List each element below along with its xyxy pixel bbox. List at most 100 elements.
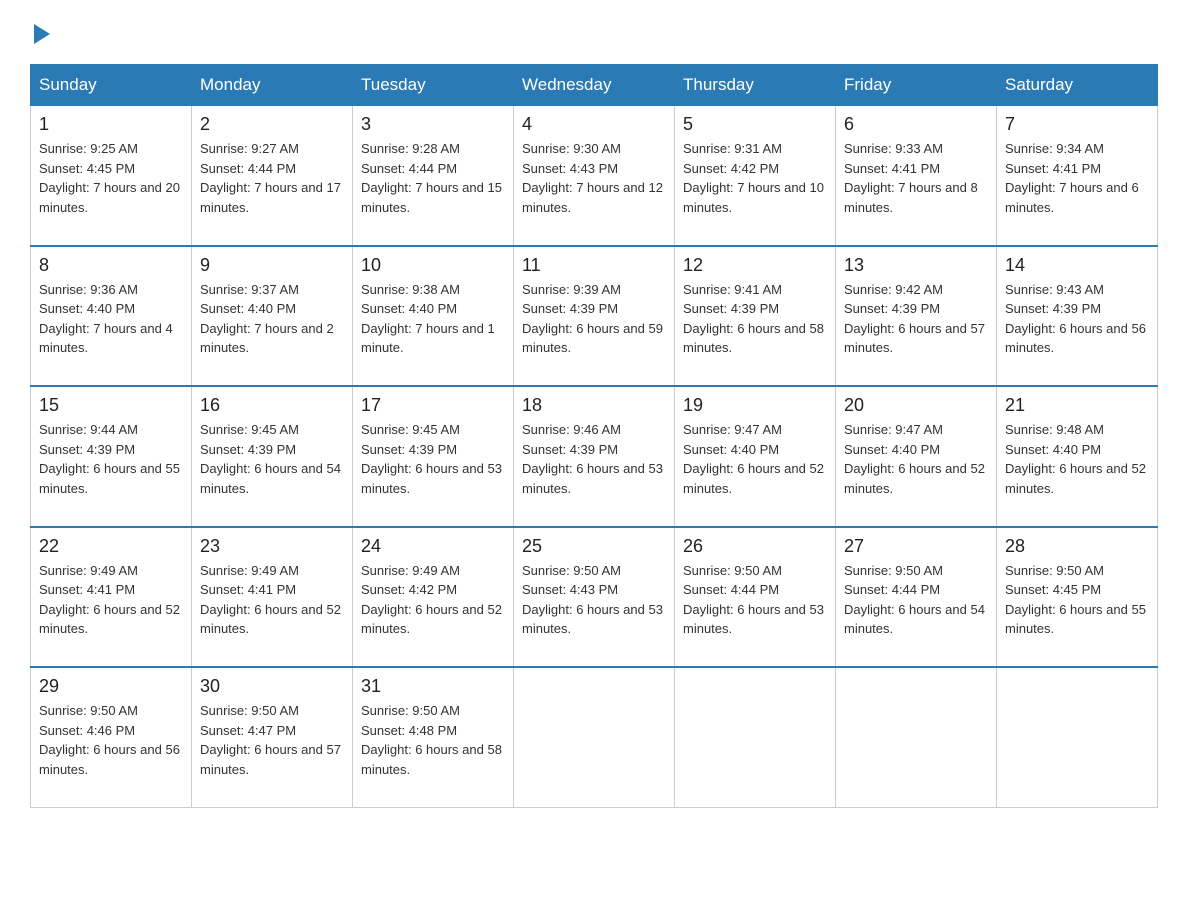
day-info: Sunrise: 9:50 AM Sunset: 4:43 PM Dayligh… (522, 561, 666, 659)
calendar-cell (836, 667, 997, 807)
day-number: 13 (844, 255, 988, 276)
day-info: Sunrise: 9:50 AM Sunset: 4:48 PM Dayligh… (361, 701, 505, 799)
calendar-cell: 11 Sunrise: 9:39 AM Sunset: 4:39 PM Dayl… (514, 246, 675, 387)
day-number: 12 (683, 255, 827, 276)
day-number: 19 (683, 395, 827, 416)
day-info: Sunrise: 9:49 AM Sunset: 4:41 PM Dayligh… (200, 561, 344, 659)
day-number: 28 (1005, 536, 1149, 557)
day-info: Sunrise: 9:27 AM Sunset: 4:44 PM Dayligh… (200, 139, 344, 237)
calendar-cell: 1 Sunrise: 9:25 AM Sunset: 4:45 PM Dayli… (31, 106, 192, 246)
day-number: 16 (200, 395, 344, 416)
day-number: 2 (200, 114, 344, 135)
day-number: 5 (683, 114, 827, 135)
day-info: Sunrise: 9:47 AM Sunset: 4:40 PM Dayligh… (844, 420, 988, 518)
header-tuesday: Tuesday (353, 65, 514, 106)
day-number: 21 (1005, 395, 1149, 416)
calendar-cell: 25 Sunrise: 9:50 AM Sunset: 4:43 PM Dayl… (514, 527, 675, 668)
day-info: Sunrise: 9:25 AM Sunset: 4:45 PM Dayligh… (39, 139, 183, 237)
calendar-cell: 9 Sunrise: 9:37 AM Sunset: 4:40 PM Dayli… (192, 246, 353, 387)
day-info: Sunrise: 9:50 AM Sunset: 4:44 PM Dayligh… (683, 561, 827, 659)
day-number: 8 (39, 255, 183, 276)
day-number: 18 (522, 395, 666, 416)
day-number: 10 (361, 255, 505, 276)
calendar-cell: 27 Sunrise: 9:50 AM Sunset: 4:44 PM Dayl… (836, 527, 997, 668)
week-row-3: 15 Sunrise: 9:44 AM Sunset: 4:39 PM Dayl… (31, 386, 1158, 527)
calendar-cell: 23 Sunrise: 9:49 AM Sunset: 4:41 PM Dayl… (192, 527, 353, 668)
day-number: 17 (361, 395, 505, 416)
calendar-cell: 7 Sunrise: 9:34 AM Sunset: 4:41 PM Dayli… (997, 106, 1158, 246)
day-info: Sunrise: 9:39 AM Sunset: 4:39 PM Dayligh… (522, 280, 666, 378)
header-thursday: Thursday (675, 65, 836, 106)
day-number: 14 (1005, 255, 1149, 276)
day-info: Sunrise: 9:49 AM Sunset: 4:41 PM Dayligh… (39, 561, 183, 659)
day-number: 25 (522, 536, 666, 557)
calendar-cell: 14 Sunrise: 9:43 AM Sunset: 4:39 PM Dayl… (997, 246, 1158, 387)
day-number: 22 (39, 536, 183, 557)
day-number: 31 (361, 676, 505, 697)
calendar-cell (997, 667, 1158, 807)
day-number: 24 (361, 536, 505, 557)
calendar-header-row: SundayMondayTuesdayWednesdayThursdayFrid… (31, 65, 1158, 106)
day-info: Sunrise: 9:31 AM Sunset: 4:42 PM Dayligh… (683, 139, 827, 237)
day-info: Sunrise: 9:50 AM Sunset: 4:46 PM Dayligh… (39, 701, 183, 799)
day-number: 3 (361, 114, 505, 135)
day-number: 9 (200, 255, 344, 276)
calendar-cell: 22 Sunrise: 9:49 AM Sunset: 4:41 PM Dayl… (31, 527, 192, 668)
calendar-cell (675, 667, 836, 807)
day-number: 15 (39, 395, 183, 416)
calendar-cell: 19 Sunrise: 9:47 AM Sunset: 4:40 PM Dayl… (675, 386, 836, 527)
logo (30, 20, 50, 44)
calendar-cell: 28 Sunrise: 9:50 AM Sunset: 4:45 PM Dayl… (997, 527, 1158, 668)
calendar-cell: 20 Sunrise: 9:47 AM Sunset: 4:40 PM Dayl… (836, 386, 997, 527)
header-wednesday: Wednesday (514, 65, 675, 106)
calendar-cell: 31 Sunrise: 9:50 AM Sunset: 4:48 PM Dayl… (353, 667, 514, 807)
week-row-5: 29 Sunrise: 9:50 AM Sunset: 4:46 PM Dayl… (31, 667, 1158, 807)
header-friday: Friday (836, 65, 997, 106)
week-row-4: 22 Sunrise: 9:49 AM Sunset: 4:41 PM Dayl… (31, 527, 1158, 668)
header-monday: Monday (192, 65, 353, 106)
page-header (30, 20, 1158, 44)
day-number: 29 (39, 676, 183, 697)
calendar-cell: 18 Sunrise: 9:46 AM Sunset: 4:39 PM Dayl… (514, 386, 675, 527)
day-number: 6 (844, 114, 988, 135)
week-row-2: 8 Sunrise: 9:36 AM Sunset: 4:40 PM Dayli… (31, 246, 1158, 387)
day-info: Sunrise: 9:38 AM Sunset: 4:40 PM Dayligh… (361, 280, 505, 378)
day-info: Sunrise: 9:34 AM Sunset: 4:41 PM Dayligh… (1005, 139, 1149, 237)
day-number: 30 (200, 676, 344, 697)
day-info: Sunrise: 9:36 AM Sunset: 4:40 PM Dayligh… (39, 280, 183, 378)
day-number: 7 (1005, 114, 1149, 135)
calendar-table: SundayMondayTuesdayWednesdayThursdayFrid… (30, 64, 1158, 808)
day-info: Sunrise: 9:37 AM Sunset: 4:40 PM Dayligh… (200, 280, 344, 378)
day-info: Sunrise: 9:48 AM Sunset: 4:40 PM Dayligh… (1005, 420, 1149, 518)
calendar-cell: 30 Sunrise: 9:50 AM Sunset: 4:47 PM Dayl… (192, 667, 353, 807)
day-info: Sunrise: 9:30 AM Sunset: 4:43 PM Dayligh… (522, 139, 666, 237)
day-info: Sunrise: 9:49 AM Sunset: 4:42 PM Dayligh… (361, 561, 505, 659)
day-info: Sunrise: 9:45 AM Sunset: 4:39 PM Dayligh… (361, 420, 505, 518)
calendar-cell: 24 Sunrise: 9:49 AM Sunset: 4:42 PM Dayl… (353, 527, 514, 668)
calendar-cell: 12 Sunrise: 9:41 AM Sunset: 4:39 PM Dayl… (675, 246, 836, 387)
calendar-cell: 8 Sunrise: 9:36 AM Sunset: 4:40 PM Dayli… (31, 246, 192, 387)
calendar-cell: 15 Sunrise: 9:44 AM Sunset: 4:39 PM Dayl… (31, 386, 192, 527)
day-info: Sunrise: 9:50 AM Sunset: 4:44 PM Dayligh… (844, 561, 988, 659)
day-info: Sunrise: 9:50 AM Sunset: 4:45 PM Dayligh… (1005, 561, 1149, 659)
day-info: Sunrise: 9:50 AM Sunset: 4:47 PM Dayligh… (200, 701, 344, 799)
calendar-cell: 17 Sunrise: 9:45 AM Sunset: 4:39 PM Dayl… (353, 386, 514, 527)
header-saturday: Saturday (997, 65, 1158, 106)
day-info: Sunrise: 9:44 AM Sunset: 4:39 PM Dayligh… (39, 420, 183, 518)
calendar-cell: 5 Sunrise: 9:31 AM Sunset: 4:42 PM Dayli… (675, 106, 836, 246)
calendar-cell: 21 Sunrise: 9:48 AM Sunset: 4:40 PM Dayl… (997, 386, 1158, 527)
logo-arrow-icon (34, 24, 50, 44)
calendar-cell: 2 Sunrise: 9:27 AM Sunset: 4:44 PM Dayli… (192, 106, 353, 246)
day-number: 4 (522, 114, 666, 135)
day-info: Sunrise: 9:33 AM Sunset: 4:41 PM Dayligh… (844, 139, 988, 237)
calendar-cell: 13 Sunrise: 9:42 AM Sunset: 4:39 PM Dayl… (836, 246, 997, 387)
calendar-cell: 4 Sunrise: 9:30 AM Sunset: 4:43 PM Dayli… (514, 106, 675, 246)
day-info: Sunrise: 9:46 AM Sunset: 4:39 PM Dayligh… (522, 420, 666, 518)
calendar-cell: 29 Sunrise: 9:50 AM Sunset: 4:46 PM Dayl… (31, 667, 192, 807)
day-number: 1 (39, 114, 183, 135)
calendar-cell: 26 Sunrise: 9:50 AM Sunset: 4:44 PM Dayl… (675, 527, 836, 668)
calendar-cell (514, 667, 675, 807)
calendar-cell: 6 Sunrise: 9:33 AM Sunset: 4:41 PM Dayli… (836, 106, 997, 246)
day-number: 27 (844, 536, 988, 557)
calendar-cell: 3 Sunrise: 9:28 AM Sunset: 4:44 PM Dayli… (353, 106, 514, 246)
